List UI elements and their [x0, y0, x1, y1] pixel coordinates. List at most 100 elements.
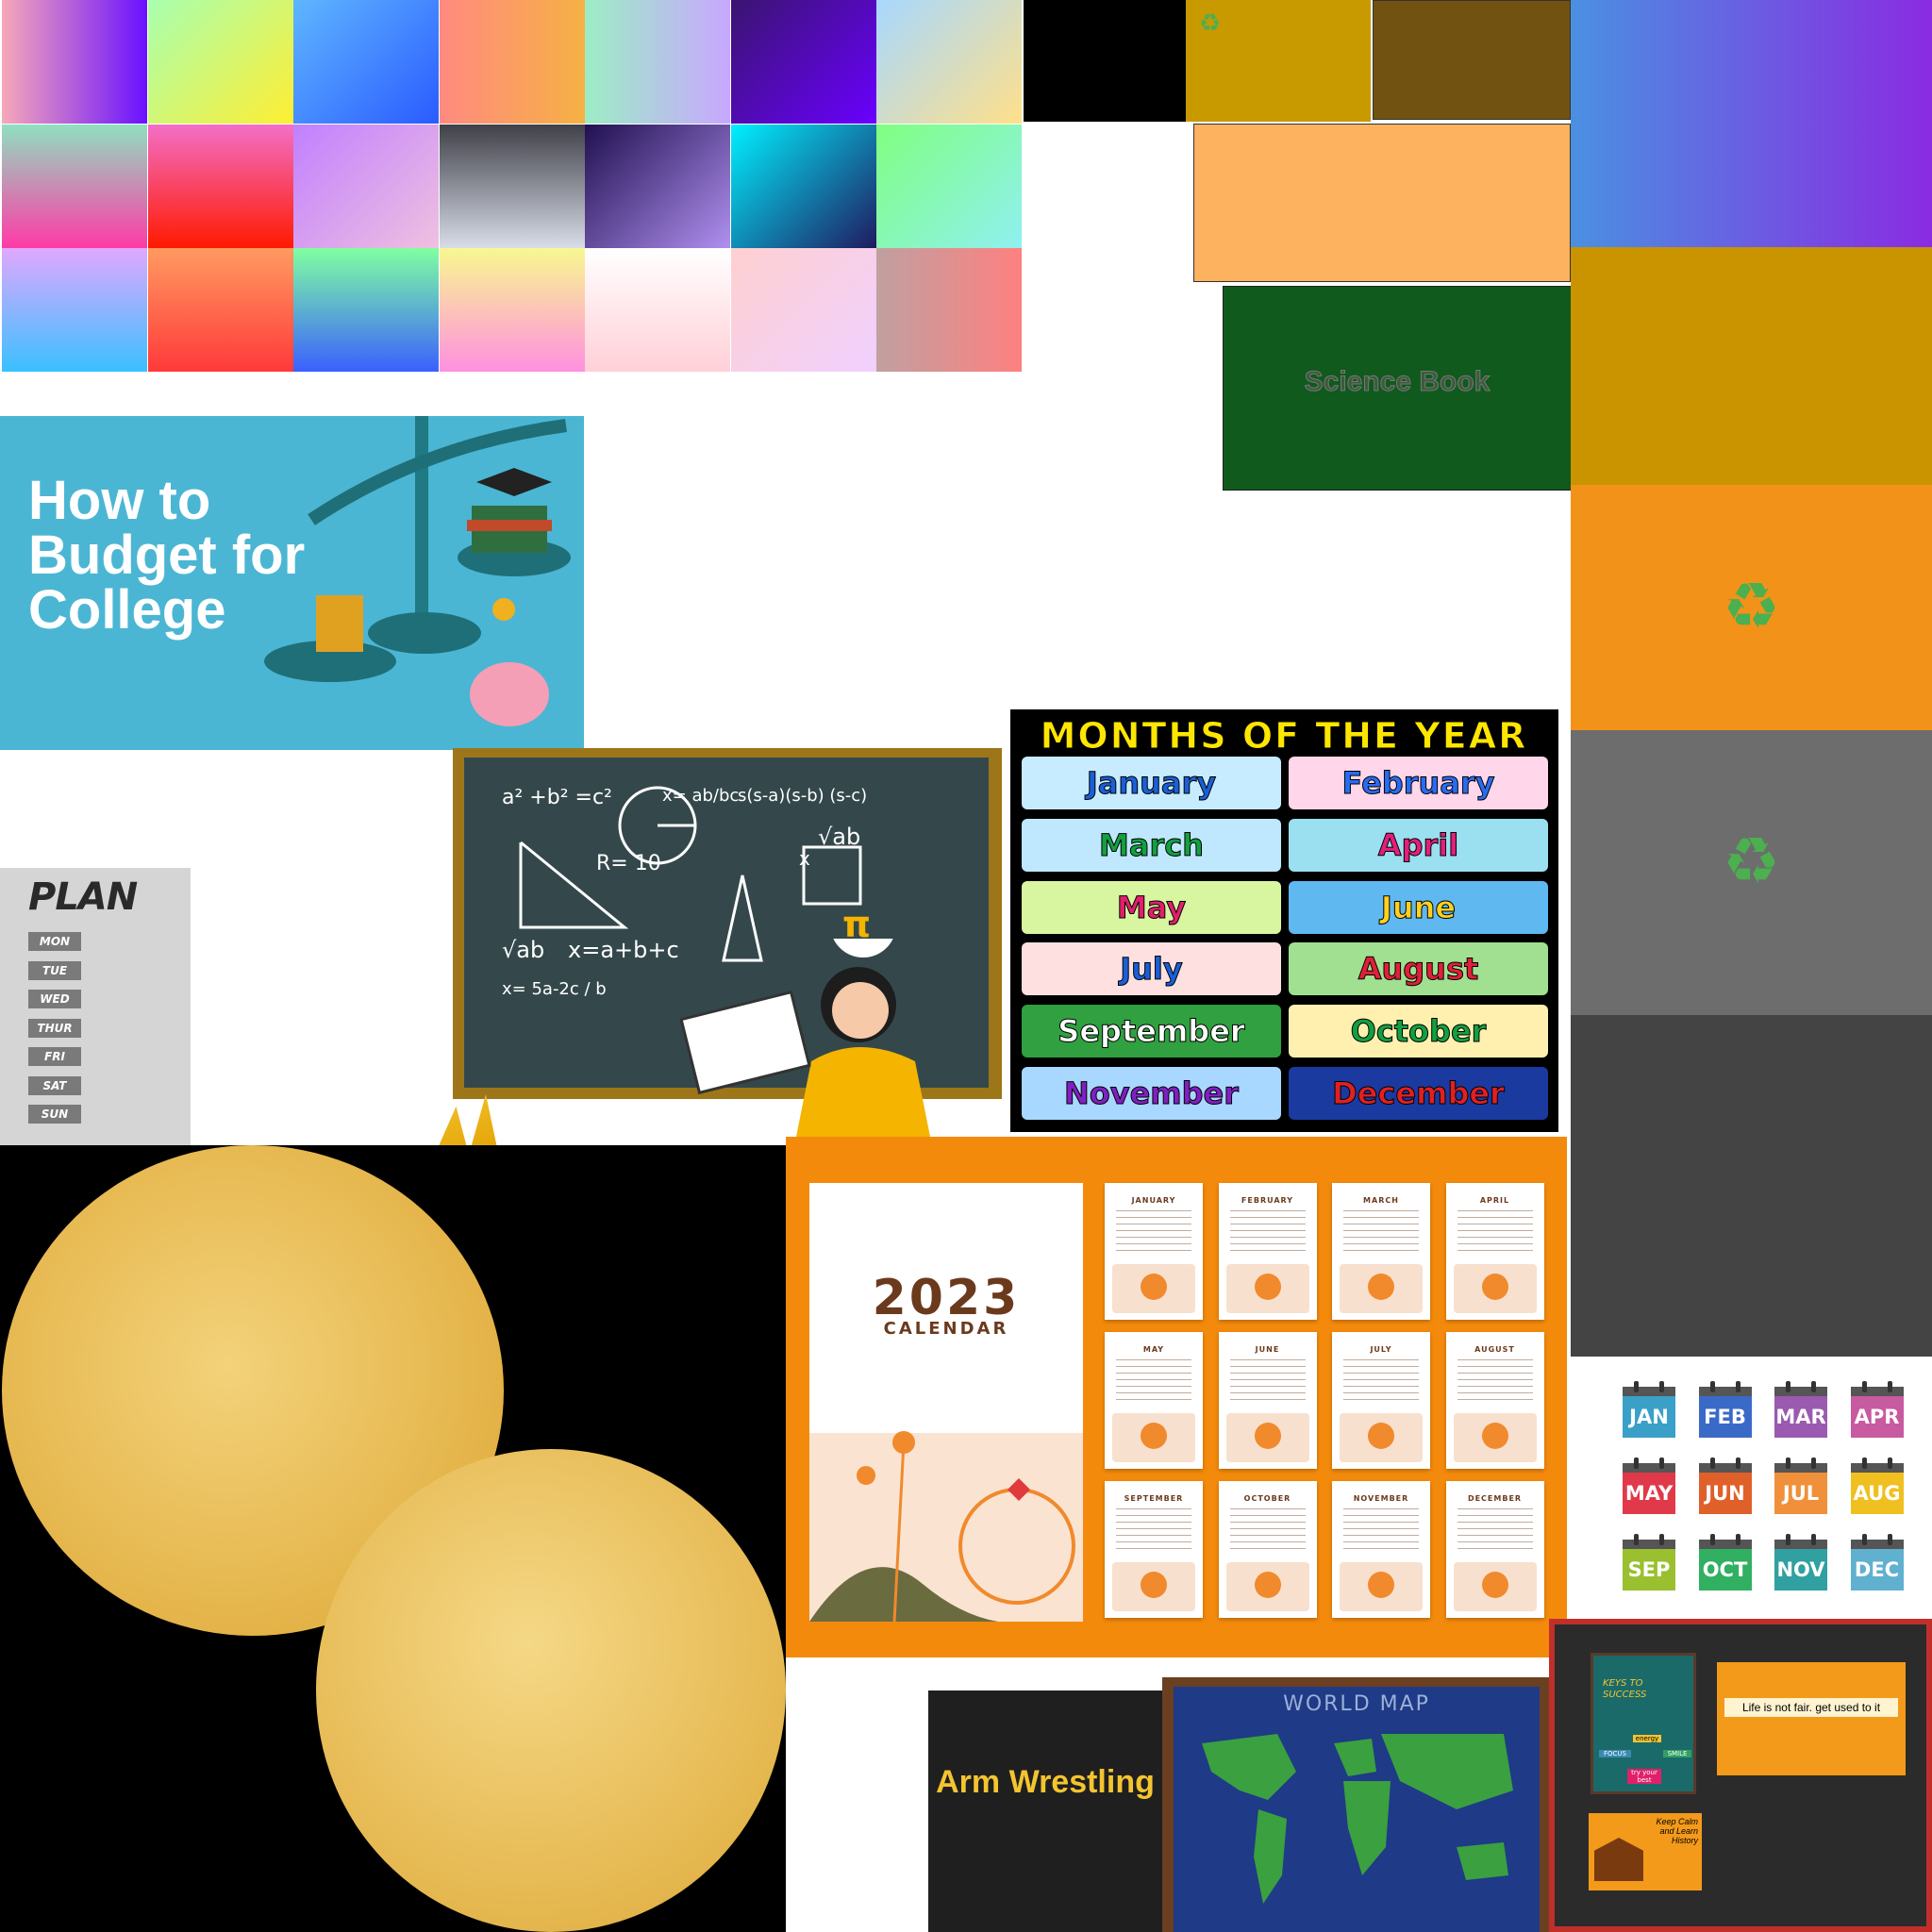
gold-tile: [1571, 247, 1932, 485]
gradient-swatch-grid: [2, 0, 1024, 373]
chips-photo: [0, 1145, 786, 1932]
mustard-tile: ♻: [1186, 0, 1371, 122]
calendar-month-art: [1453, 1562, 1537, 1611]
calendar-month-art: [1225, 1264, 1309, 1313]
pi-bubble-text: π: [842, 904, 872, 945]
calendar-rings-icon: [1698, 1534, 1752, 1549]
month-icon-label: SEP: [1627, 1558, 1671, 1581]
gradient-swatch: [2, 0, 147, 124]
month-tile-august: August: [1289, 942, 1548, 996]
calendar-month-name: DECEMBER: [1467, 1494, 1523, 1503]
recycle-icon: ♻: [1199, 9, 1222, 38]
calendar-month-art: [1340, 1413, 1423, 1462]
calendar-month-art: [1340, 1562, 1423, 1611]
calendar-month-icon: JUL: [1774, 1457, 1827, 1514]
calendar-rings-icon: [1623, 1381, 1675, 1396]
calendar-month-icon: FEB: [1698, 1381, 1752, 1438]
potato-chip: [316, 1449, 786, 1932]
plan-day-label: SAT: [28, 1075, 81, 1095]
calendar-label: CALENDAR: [883, 1319, 1009, 1339]
month-icon-label: JUL: [1782, 1482, 1820, 1505]
calendar-rings-icon: [1698, 1457, 1752, 1473]
calendar-day-grid: [1229, 1209, 1306, 1257]
calendar-month-name: JANUARY: [1131, 1196, 1176, 1205]
calendar-rings-icon: [1623, 1534, 1675, 1549]
calendar-month-icon: OCT: [1698, 1534, 1752, 1591]
brown-tile: [1373, 0, 1571, 120]
calendar-page: JANUARY: [1105, 1183, 1203, 1320]
gradient-swatch: [439, 248, 585, 372]
month-tile-october: October: [1289, 1005, 1548, 1058]
calendar-month-icon: AUG: [1850, 1457, 1904, 1514]
gradient-swatch: [876, 248, 1022, 372]
months-poster-title: MONTHS OF THE YEAR: [1040, 715, 1528, 758]
month-tile-label: March: [1099, 826, 1205, 863]
calendar-month-art: [1112, 1264, 1195, 1313]
calendar-cover-art: [809, 1431, 1083, 1622]
teacher-illustration: [679, 939, 934, 1156]
month-icon-label: FEB: [1704, 1406, 1746, 1428]
gradient-swatch: [439, 0, 585, 124]
quote-text: Life is not fair. get used to it: [1724, 1698, 1898, 1717]
plan-day-label: SUN: [28, 1105, 81, 1124]
calendar-rings-icon: [1774, 1457, 1827, 1473]
month-icon-label: APR: [1854, 1406, 1900, 1428]
calendar-page: FEBRUARY: [1218, 1183, 1317, 1320]
month-tile-february: February: [1289, 757, 1548, 809]
calendar-day-grid: [1457, 1358, 1533, 1406]
month-tile-label: June: [1380, 889, 1457, 925]
month-tile-april: April: [1289, 818, 1548, 872]
month-tile-september: September: [1022, 1005, 1281, 1058]
month-tile-july: July: [1022, 942, 1281, 996]
calendar-month-art: [1225, 1562, 1309, 1611]
calendar-day-grid: [1116, 1507, 1191, 1555]
month-tile-march: March: [1022, 818, 1281, 872]
calendar-month-name: SEPTEMBER: [1124, 1494, 1184, 1503]
calendar-month-art: [1453, 1413, 1537, 1462]
calendar-month-icon: MAR: [1774, 1381, 1827, 1438]
gradient-swatch: [147, 248, 293, 372]
gray-recycle-tile: ♻: [1571, 730, 1932, 1015]
month-tile-label: August: [1357, 951, 1479, 988]
calendar-page: JUNE: [1218, 1332, 1317, 1469]
calendar-page: SEPTEMBER: [1105, 1481, 1203, 1618]
calendar-day-grid: [1457, 1507, 1533, 1555]
budget-title: How to Budget for College: [28, 470, 306, 641]
keys-title: KEYS TO SUCCESS: [1603, 1678, 1647, 1700]
science-book-title: Science Book: [1304, 366, 1491, 398]
purple-gradient-tile: [1571, 0, 1932, 247]
gradient-swatch: [293, 0, 439, 124]
month-tile-november: November: [1022, 1067, 1281, 1120]
gradient-swatch: [876, 124, 1022, 248]
world-map: WORLD MAP: [1174, 1687, 1540, 1932]
gradient-swatch: [2, 124, 147, 248]
plan-title: PLAN: [28, 875, 138, 919]
gradient-swatch: [147, 0, 293, 124]
month-tile-label: April: [1377, 826, 1459, 863]
gradient-swatch: [147, 124, 293, 248]
lock-smile: SMILE: [1663, 1750, 1691, 1757]
calendar-page: DECEMBER: [1445, 1481, 1544, 1618]
calendar-month-name: AUGUST: [1474, 1345, 1515, 1354]
peach-block: [1193, 124, 1571, 282]
calendar-year: 2023: [872, 1270, 1021, 1326]
calendar-month-name: JULY: [1370, 1345, 1392, 1354]
calendar-month-icon: APR: [1850, 1381, 1904, 1438]
gradient-swatch: [585, 248, 730, 372]
calendar-day-grid: [1343, 1358, 1419, 1406]
calendar-month-icon: JUN: [1698, 1457, 1752, 1514]
history-poster: Keep Calm and Learn History: [1589, 1813, 1702, 1890]
calendar-page: NOVEMBER: [1332, 1481, 1430, 1618]
lock-focus: FOCUS: [1599, 1750, 1631, 1757]
month-tile-june: June: [1289, 880, 1548, 934]
gradient-swatch: [585, 124, 730, 248]
museum-icon: [1594, 1838, 1643, 1881]
science-book-cover: Science Book: [1223, 286, 1572, 491]
calendar-month-art: [1340, 1264, 1423, 1313]
recycle-icon: ♻: [1723, 570, 1780, 644]
recycle-icon: ♻: [1723, 824, 1780, 899]
calendar-month-icon: NOV: [1774, 1534, 1827, 1591]
calendar-page: AUGUST: [1445, 1332, 1544, 1469]
calendar-day-grid: [1457, 1209, 1533, 1257]
budget-card: How to Budget for College: [0, 416, 584, 750]
